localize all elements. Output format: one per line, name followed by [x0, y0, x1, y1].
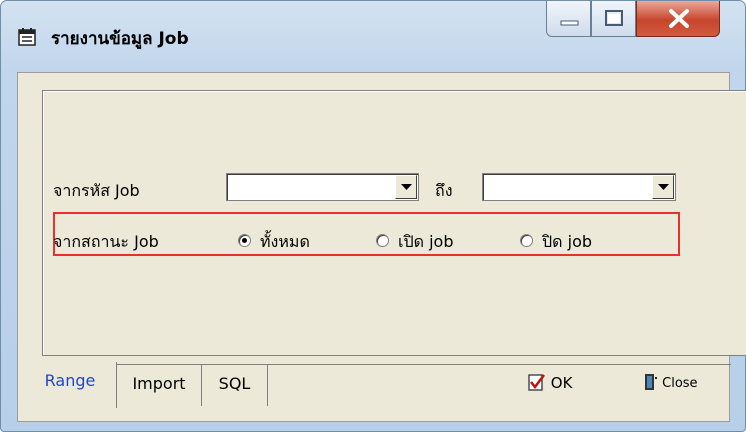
radio-button-selected[interactable]: [238, 234, 251, 247]
maximize-button[interactable]: [591, 1, 636, 37]
job-code-from-dropdown-button[interactable]: [395, 175, 417, 199]
client-area: จากรหัส Job ถึง จากสถานะ Job ทั้งหมด เปิ…: [17, 72, 746, 422]
minimize-icon: [560, 20, 579, 26]
job-code-to-combo[interactable]: [482, 173, 676, 201]
tab-import[interactable]: Import: [117, 364, 202, 406]
window-title: รายงานข้อมูล Job: [51, 29, 189, 49]
close-button[interactable]: Close: [644, 373, 698, 391]
status-option-all-label: ทั้งหมด: [260, 232, 310, 251]
job-status-label: จากสถานะ Job: [53, 232, 159, 251]
tab-sql[interactable]: SQL: [202, 364, 268, 406]
ok-label: OK: [550, 374, 573, 392]
tab-range[interactable]: Range: [24, 362, 117, 408]
ok-button[interactable]: OK: [528, 373, 572, 392]
job-code-from-label: จากรหัส Job: [53, 181, 140, 200]
close-window-button[interactable]: [636, 1, 720, 37]
status-option-open-label: เปิด job: [398, 232, 454, 251]
tab-divider: [268, 364, 731, 365]
radio-button[interactable]: [376, 234, 389, 247]
chevron-down-icon: [658, 184, 669, 190]
title-bar[interactable]: รายงานข้อมูล Job: [1, 1, 745, 73]
minimize-button[interactable]: [546, 1, 591, 37]
maximize-icon: [605, 10, 623, 26]
job-code-to-label: ถึง: [435, 181, 453, 200]
close-label: Close: [662, 376, 698, 391]
door-exit-icon: [645, 374, 657, 390]
status-option-closed-label: ปิด job: [542, 232, 593, 251]
job-code-to-dropdown-button[interactable]: [652, 175, 674, 199]
close-icon: [669, 9, 689, 28]
radio-button[interactable]: [520, 234, 533, 247]
job-code-from-combo[interactable]: [226, 173, 419, 201]
calendar-report-icon: [18, 28, 36, 46]
checkmark-document-icon: [528, 374, 545, 391]
chevron-down-icon: [401, 184, 412, 190]
report-window: รายงานข้อมูล Job จากรหัส Job ถึง จากสถาน…: [0, 0, 746, 432]
tab-bar: Range Import SQL OK Close: [18, 362, 731, 421]
